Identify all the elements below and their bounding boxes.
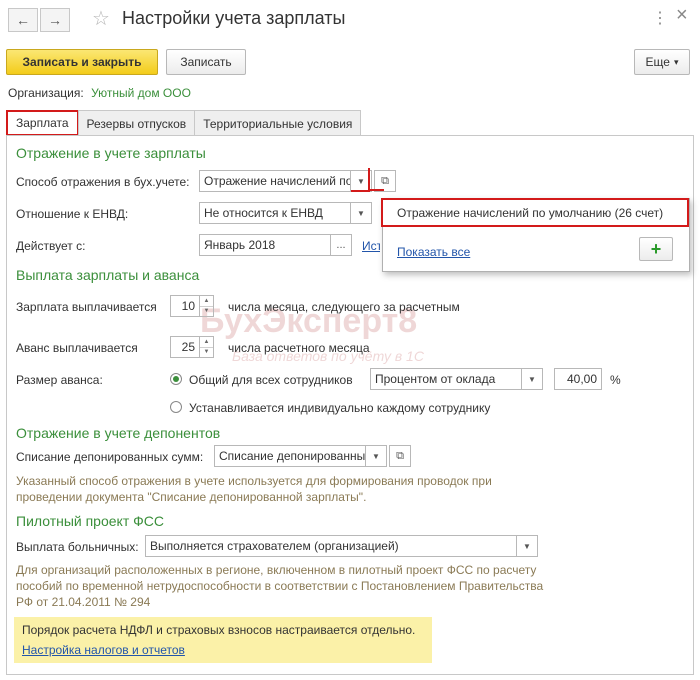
advance-method-field[interactable]: Процентом от оклада bbox=[370, 368, 522, 390]
fss-note: Для организаций расположенных в регионе,… bbox=[16, 563, 544, 609]
add-button[interactable]: + bbox=[639, 237, 673, 261]
organization-value: Уютный дом ООО bbox=[91, 86, 191, 100]
chevron-down-icon[interactable]: ▼ bbox=[200, 307, 213, 317]
effective-date-field[interactable]: Январь 2018 bbox=[199, 234, 331, 256]
back-arrow-icon: ← bbox=[16, 12, 30, 28]
back-button[interactable]: ← bbox=[8, 8, 38, 32]
effective-date-label: Действует с: bbox=[16, 239, 86, 253]
deposits-note: Указанный способ отражения в учете испол… bbox=[16, 474, 492, 504]
organization-row: Организация: Уютный дом ООО bbox=[8, 86, 191, 100]
advance-day-stepper[interactable]: ▲ ▼ bbox=[200, 336, 214, 358]
accounting-section-title: Отражение в учете зарплаты bbox=[16, 145, 206, 161]
deposits-section-title: Отражение в учете депонентов bbox=[16, 425, 221, 441]
history-link[interactable]: История bbox=[362, 239, 380, 253]
percent-sign: % bbox=[610, 373, 621, 387]
tax-settings-link[interactable]: Настройка налогов и отчетов bbox=[22, 643, 185, 657]
notice-text: Порядок расчета НДФЛ и страховых взносов… bbox=[22, 623, 416, 637]
favorite-star-icon[interactable]: ☆ bbox=[92, 6, 110, 31]
more-label: Еще bbox=[645, 55, 670, 69]
deposits-writeoff-label: Списание депонированных сумм: bbox=[16, 450, 204, 464]
chevron-down-icon: ▼ bbox=[528, 374, 536, 384]
dropdown-highlight bbox=[351, 168, 370, 192]
chevron-down-icon: ▼ bbox=[523, 541, 531, 551]
tab-salary[interactable]: Зарплата bbox=[6, 110, 79, 136]
open-form-icon: ⧉ bbox=[396, 449, 404, 462]
dropdown-popup: Отражение начислений по умолчанию (26 сч… bbox=[381, 198, 690, 272]
notice-box: Порядок расчета НДФЛ и страховых взносов… bbox=[14, 617, 432, 663]
menu-dots-icon[interactable]: ⋮ bbox=[652, 8, 668, 28]
advance-size-label: Размер аванса: bbox=[16, 373, 103, 387]
chevron-down-icon: ▼ bbox=[372, 451, 380, 461]
accounting-method-label: Способ отражения в бух.учете: bbox=[16, 175, 190, 189]
dropdown-option-label: Отражение начислений по умолчанию (26 сч… bbox=[397, 205, 664, 220]
advance-day-input[interactable]: 25 bbox=[170, 336, 200, 358]
forward-button[interactable]: → bbox=[40, 8, 70, 32]
envd-field[interactable]: Не относится к ЕНВД bbox=[199, 202, 351, 224]
close-icon[interactable]: × bbox=[676, 4, 688, 27]
chevron-down-icon[interactable]: ▼ bbox=[200, 348, 213, 358]
sick-pay-dropdown[interactable]: ▼ bbox=[516, 535, 538, 557]
page-title: Настройки учета зарплаты bbox=[122, 8, 346, 28]
plus-icon: + bbox=[650, 238, 662, 259]
save-and-close-button[interactable]: Записать и закрыть bbox=[6, 49, 158, 75]
chevron-down-icon: ▼ bbox=[357, 208, 365, 218]
salary-payment-label: Зарплата выплачивается bbox=[16, 300, 157, 314]
common-advance-label: Общий для всех сотрудников bbox=[189, 373, 353, 387]
individual-advance-radio[interactable] bbox=[170, 401, 182, 413]
chevron-up-icon[interactable]: ▲ bbox=[200, 296, 213, 307]
show-all-link[interactable]: Показать все bbox=[397, 245, 470, 259]
advance-day-suffix: числа расчетного месяца bbox=[228, 341, 370, 355]
deposits-writeoff-field[interactable]: Списание депонированных сумм bbox=[214, 445, 366, 467]
effective-date-picker-button[interactable]: ... bbox=[330, 234, 352, 256]
fss-section-title: Пилотный проект ФСС bbox=[16, 513, 164, 529]
more-button[interactable]: Еще ▾ bbox=[634, 49, 690, 75]
organization-label: Организация: bbox=[8, 86, 84, 100]
advance-method-dropdown[interactable]: ▼ bbox=[521, 368, 543, 390]
advance-payment-label: Аванс выплачивается bbox=[16, 341, 138, 355]
salary-day-stepper[interactable]: ▲ ▼ bbox=[200, 295, 214, 317]
save-button[interactable]: Записать bbox=[166, 49, 246, 75]
sick-pay-label: Выплата больничных: bbox=[16, 540, 139, 554]
highlight-connector bbox=[368, 189, 384, 191]
envd-label: Отношение к ЕНВД: bbox=[16, 207, 129, 221]
chevron-up-icon[interactable]: ▲ bbox=[200, 337, 213, 348]
individual-advance-label: Устанавливается индивидуально каждому со… bbox=[189, 401, 491, 415]
salary-day-input[interactable]: 10 bbox=[170, 295, 200, 317]
salary-day-suffix: числа месяца, следующего за расчетным bbox=[228, 300, 460, 314]
ellipsis-icon: ... bbox=[336, 239, 346, 251]
tab-bar: Зарплата Резервы отпусков Территориальны… bbox=[6, 110, 362, 136]
payment-section-title: Выплата зарплаты и аванса bbox=[16, 267, 200, 283]
open-form-icon: ⧉ bbox=[381, 174, 389, 187]
sick-pay-field[interactable]: Выполняется страхователем (организацией) bbox=[145, 535, 517, 557]
common-advance-radio[interactable] bbox=[170, 373, 182, 385]
envd-dropdown[interactable]: ▼ bbox=[350, 202, 372, 224]
accounting-method-field[interactable]: Отражение начислений по умолчанию (26 сч… bbox=[199, 170, 351, 192]
chevron-down-icon: ▾ bbox=[673, 56, 679, 67]
advance-percent-input[interactable]: 40,00 bbox=[554, 368, 602, 390]
forward-arrow-icon: → bbox=[48, 12, 62, 28]
tab-territorial-conditions[interactable]: Территориальные условия bbox=[194, 110, 362, 136]
deposits-writeoff-open-button[interactable]: ⧉ bbox=[389, 445, 411, 467]
tab-vacation-reserves[interactable]: Резервы отпусков bbox=[77, 110, 196, 136]
deposits-writeoff-dropdown[interactable]: ▼ bbox=[365, 445, 387, 467]
dropdown-option[interactable]: Отражение начислений по умолчанию (26 сч… bbox=[381, 198, 689, 227]
